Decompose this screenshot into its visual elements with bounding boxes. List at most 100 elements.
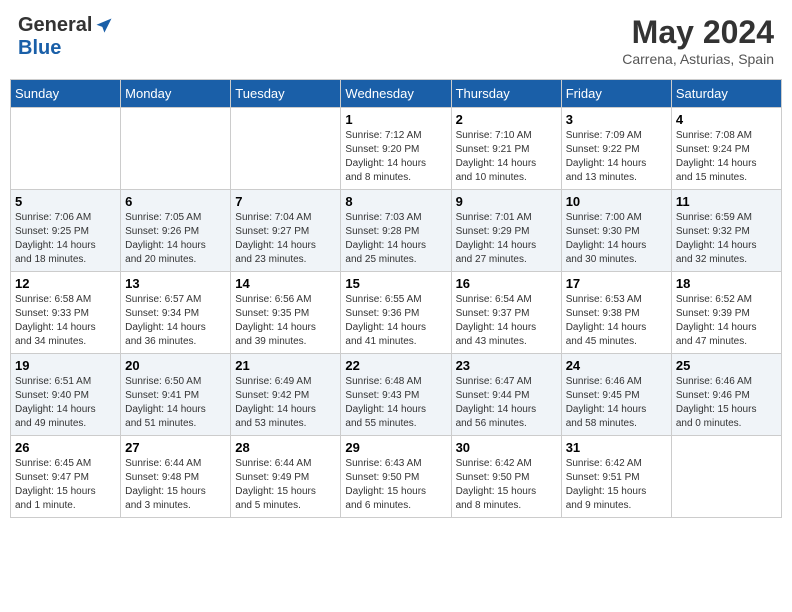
day-number: 22 xyxy=(345,358,446,373)
day-number: 30 xyxy=(456,440,557,455)
calendar-cell-w2-d4: 8Sunrise: 7:03 AMSunset: 9:28 PMDaylight… xyxy=(341,190,451,272)
day-info: Sunrise: 6:59 AMSunset: 9:32 PMDaylight:… xyxy=(676,211,777,267)
calendar-cell-w2-d3: 7 Sunrise: 7:04 AMSunset: 9:27 PMDaylight… xyxy=(231,190,341,272)
calendar-cell-w1-d5: 2Sunrise: 7:10 AMSunset: 9:21 PMDaylight… xyxy=(451,108,561,190)
day-info: Sunrise: 7:04 AMSunset: 9:27 PMDaylight:… xyxy=(235,211,336,267)
day-number: 10 xyxy=(566,194,667,209)
day-info: Sunrise: 6:44 AMSunset: 9:48 PMDaylight:… xyxy=(125,457,226,513)
calendar-cell-w3-d4: 15 Sunrise: 6:55 AMSunset: 9:36 PMDayligh… xyxy=(341,272,451,354)
calendar-cell-w3-d1: 12 Sunrise: 6:58 AMSunset: 9:33 PMDayligh… xyxy=(11,272,121,354)
day-info: Sunrise: 6:52 AMSunset: 9:39 PMDaylight:… xyxy=(676,293,777,349)
location-subtitle: Carrena, Asturias, Spain xyxy=(622,51,774,67)
day-number: 3 xyxy=(566,112,667,127)
day-number: 23 xyxy=(456,358,557,373)
page-header: General Blue May 2024 Carrena, Asturias,… xyxy=(10,10,782,71)
calendar-cell-w1-d7: 4Sunrise: 7:08 AMSunset: 9:24 PMDaylight… xyxy=(671,108,781,190)
week-row-2: 5Sunrise: 7:06 AMSunset: 9:25 PMDaylight… xyxy=(11,190,782,272)
calendar-cell-w5-d6: 31Sunrise: 6:42 AMSunset: 9:51 PMDayligh… xyxy=(561,436,671,518)
day-info: Sunrise: 6:42 AMSunset: 9:50 PMDaylight:… xyxy=(456,457,557,513)
day-info: Sunrise: 7:09 AMSunset: 9:22 PMDaylight:… xyxy=(566,129,667,185)
day-info: Sunrise: 6:58 AMSunset: 9:33 PMDaylight:… xyxy=(15,293,116,349)
calendar-cell-w2-d2: 6 Sunrise: 7:05 AMSunset: 9:26 PMDaylight… xyxy=(121,190,231,272)
day-info: Sunrise: 7:05 AMSunset: 9:26 PMDaylight:… xyxy=(125,211,226,267)
calendar-cell-w3-d6: 17 Sunrise: 6:53 AMSunset: 9:38 PMDayligh… xyxy=(561,272,671,354)
calendar-cell-w5-d4: 29Sunrise: 6:43 AMSunset: 9:50 PMDayligh… xyxy=(341,436,451,518)
day-info: Sunrise: 6:46 AMSunset: 9:46 PMDaylight:… xyxy=(676,375,777,431)
calendar-cell-w1-d1 xyxy=(11,108,121,190)
logo-bird-icon xyxy=(94,16,114,36)
calendar-cell-w1-d3 xyxy=(231,108,341,190)
day-info: Sunrise: 7:08 AMSunset: 9:24 PMDaylight:… xyxy=(676,129,777,185)
day-number: 12 xyxy=(15,276,116,291)
day-number: 15 xyxy=(345,276,446,291)
day-number: 24 xyxy=(566,358,667,373)
day-number: 20 xyxy=(125,358,226,373)
calendar-cell-w3-d5: 16 Sunrise: 6:54 AMSunset: 9:37 PMDayligh… xyxy=(451,272,561,354)
calendar-cell-w4-d4: 22 Sunrise: 6:48 AMSunset: 9:43 PMDayligh… xyxy=(341,354,451,436)
logo-blue-text: Blue xyxy=(18,37,61,60)
day-info: Sunrise: 6:56 AMSunset: 9:35 PMDaylight:… xyxy=(235,293,336,349)
day-number: 13 xyxy=(125,276,226,291)
day-number: 21 xyxy=(235,358,336,373)
week-row-3: 12 Sunrise: 6:58 AMSunset: 9:33 PMDayligh… xyxy=(11,272,782,354)
day-info: Sunrise: 6:48 AMSunset: 9:43 PMDaylight:… xyxy=(345,375,446,431)
day-number: 1 xyxy=(345,112,446,127)
day-info: Sunrise: 6:57 AMSunset: 9:34 PMDaylight:… xyxy=(125,293,226,349)
day-number: 16 xyxy=(456,276,557,291)
day-number: 28 xyxy=(235,440,336,455)
calendar-cell-w5-d1: 26 Sunrise: 6:45 AMSunset: 9:47 PMDayligh… xyxy=(11,436,121,518)
day-number: 18 xyxy=(676,276,777,291)
day-number: 25 xyxy=(676,358,777,373)
header-tuesday: Tuesday xyxy=(231,80,341,108)
calendar-cell-w2-d1: 5Sunrise: 7:06 AMSunset: 9:25 PMDaylight… xyxy=(11,190,121,272)
week-row-1: 1 Sunrise: 7:12 AMSunset: 9:20 PMDaylight… xyxy=(11,108,782,190)
day-info: Sunrise: 6:53 AMSunset: 9:38 PMDaylight:… xyxy=(566,293,667,349)
day-info: Sunrise: 6:51 AMSunset: 9:40 PMDaylight:… xyxy=(15,375,116,431)
day-info: Sunrise: 6:46 AMSunset: 9:45 PMDaylight:… xyxy=(566,375,667,431)
header-wednesday: Wednesday xyxy=(341,80,451,108)
calendar-cell-w3-d2: 13 Sunrise: 6:57 AMSunset: 9:34 PMDayligh… xyxy=(121,272,231,354)
calendar-cell-w1-d4: 1 Sunrise: 7:12 AMSunset: 9:20 PMDaylight… xyxy=(341,108,451,190)
calendar-cell-w4-d3: 21Sunrise: 6:49 AMSunset: 9:42 PMDayligh… xyxy=(231,354,341,436)
calendar-cell-w4-d1: 19Sunrise: 6:51 AMSunset: 9:40 PMDayligh… xyxy=(11,354,121,436)
day-info: Sunrise: 7:12 AMSunset: 9:20 PMDaylight:… xyxy=(345,129,446,185)
header-thursday: Thursday xyxy=(451,80,561,108)
calendar-cell-w2-d5: 9Sunrise: 7:01 AMSunset: 9:29 PMDaylight… xyxy=(451,190,561,272)
day-number: 26 xyxy=(15,440,116,455)
day-number: 27 xyxy=(125,440,226,455)
day-info: Sunrise: 7:06 AMSunset: 9:25 PMDaylight:… xyxy=(15,211,116,267)
logo-general-text: General xyxy=(18,14,92,37)
logo: General Blue xyxy=(18,14,114,60)
calendar-cell-w2-d7: 11 Sunrise: 6:59 AMSunset: 9:32 PMDayligh… xyxy=(671,190,781,272)
header-monday: Monday xyxy=(121,80,231,108)
day-info: Sunrise: 6:55 AMSunset: 9:36 PMDaylight:… xyxy=(345,293,446,349)
day-number: 9 xyxy=(456,194,557,209)
header-friday: Friday xyxy=(561,80,671,108)
calendar-cell-w4-d5: 23 Sunrise: 6:47 AMSunset: 9:44 PMDayligh… xyxy=(451,354,561,436)
day-number: 29 xyxy=(345,440,446,455)
day-number: 31 xyxy=(566,440,667,455)
day-number: 7 xyxy=(235,194,336,209)
day-info: Sunrise: 6:44 AMSunset: 9:49 PMDaylight:… xyxy=(235,457,336,513)
day-info: Sunrise: 6:45 AMSunset: 9:47 PMDaylight:… xyxy=(15,457,116,513)
weekday-header-row: Sunday Monday Tuesday Wednesday Thursday… xyxy=(11,80,782,108)
day-info: Sunrise: 6:54 AMSunset: 9:37 PMDaylight:… xyxy=(456,293,557,349)
day-info: Sunrise: 6:47 AMSunset: 9:44 PMDaylight:… xyxy=(456,375,557,431)
calendar-cell-w1-d2 xyxy=(121,108,231,190)
day-number: 17 xyxy=(566,276,667,291)
day-number: 6 xyxy=(125,194,226,209)
day-info: Sunrise: 6:50 AMSunset: 9:41 PMDaylight:… xyxy=(125,375,226,431)
calendar-cell-w5-d5: 30 Sunrise: 6:42 AMSunset: 9:50 PMDayligh… xyxy=(451,436,561,518)
day-info: Sunrise: 7:10 AMSunset: 9:21 PMDaylight:… xyxy=(456,129,557,185)
calendar-cell-w3-d3: 14Sunrise: 6:56 AMSunset: 9:35 PMDayligh… xyxy=(231,272,341,354)
calendar-table: Sunday Monday Tuesday Wednesday Thursday… xyxy=(10,79,782,518)
calendar-cell-w4-d2: 20 Sunrise: 6:50 AMSunset: 9:41 PMDayligh… xyxy=(121,354,231,436)
day-number: 11 xyxy=(676,194,777,209)
calendar-cell-w1-d6: 3 Sunrise: 7:09 AMSunset: 9:22 PMDaylight… xyxy=(561,108,671,190)
month-year-title: May 2024 xyxy=(622,14,774,51)
calendar-cell-w4-d7: 25 Sunrise: 6:46 AMSunset: 9:46 PMDayligh… xyxy=(671,354,781,436)
calendar-cell-w5-d2: 27 Sunrise: 6:44 AMSunset: 9:48 PMDayligh… xyxy=(121,436,231,518)
calendar-cell-w2-d6: 10Sunrise: 7:00 AMSunset: 9:30 PMDayligh… xyxy=(561,190,671,272)
header-saturday: Saturday xyxy=(671,80,781,108)
header-sunday: Sunday xyxy=(11,80,121,108)
